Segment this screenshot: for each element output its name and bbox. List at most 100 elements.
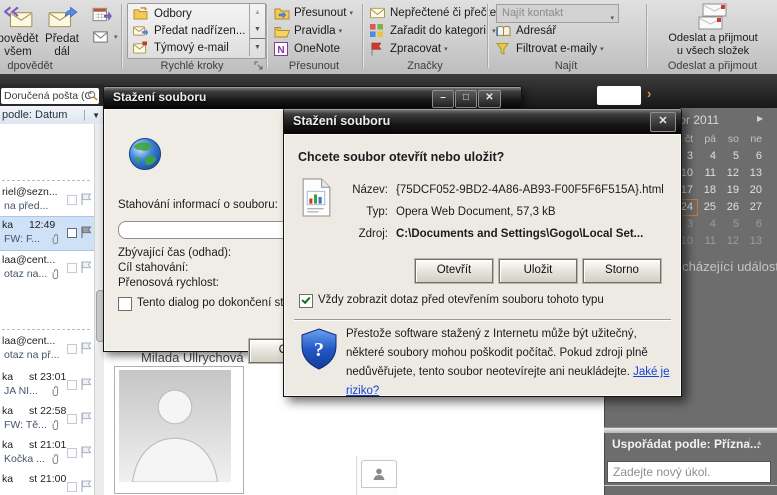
close-button[interactable]: ✕ [650, 112, 676, 132]
more-quick-steps-icon[interactable]: ▼ [250, 38, 265, 56]
mail-sort-bar[interactable]: podle: Datum | ▼ [0, 106, 104, 125]
close-when-done-checkbox[interactable] [118, 297, 132, 311]
scroll-down-icon[interactable]: ▼ [250, 21, 265, 38]
calendar-date[interactable]: 20 [744, 182, 767, 199]
mail-search-box[interactable]: Doručená pošta (C [1, 88, 99, 104]
categorize-button[interactable]: Zařadit do kategorií▾ [370, 22, 496, 40]
calendar-date[interactable]: 18 [698, 182, 721, 199]
follow-up-button[interactable]: Zpracovat▾ [370, 40, 448, 58]
calendar-date[interactable]: 11 [698, 233, 721, 250]
calendar-date[interactable]: 19 [721, 182, 744, 199]
category-box[interactable] [67, 344, 77, 354]
flag-icon[interactable] [79, 411, 93, 425]
quick-step-tymovy-email[interactable]: Týmový e-mail [128, 39, 246, 57]
task-divider-line [604, 485, 777, 486]
calendar-date[interactable]: 4 [698, 216, 721, 233]
flag-icon[interactable] [79, 377, 93, 391]
more-respond-icon[interactable] [93, 31, 108, 43]
save-button[interactable]: Uložit [499, 259, 577, 283]
calendar-date[interactable]: 5 [721, 216, 744, 233]
send-receive-icon [696, 3, 730, 31]
always-ask-checkbox[interactable] [299, 294, 313, 308]
find-contact-value: Najít kontakt [502, 7, 563, 19]
mail-list-item[interactable]: ka12:49FW: F... [0, 216, 94, 251]
forward-manager-icon [133, 24, 148, 37]
quick-step-odbory[interactable]: Odbory [128, 5, 246, 23]
onenote-label: OneNote [294, 43, 340, 55]
category-box[interactable] [67, 448, 77, 458]
tab-person[interactable] [361, 460, 397, 488]
scroll-up-icon[interactable]: ▲ [250, 4, 265, 21]
calendar-date[interactable]: 12 [721, 233, 744, 250]
calendar-date[interactable]: 12 [721, 165, 744, 182]
move-button[interactable]: Přesunout▾ [274, 4, 353, 22]
quick-step-label: Předat nadřízen... [154, 22, 245, 40]
mail-list-item[interactable]: riel@sezn...na před... [0, 184, 94, 217]
calendar-date[interactable]: 13 [744, 233, 767, 250]
category-box[interactable] [67, 414, 77, 424]
mail-list-item[interactable]: kast 23:01JA NI... [0, 369, 94, 402]
mail-list-item[interactable]: kast 22:58FW: Tě... [0, 403, 94, 436]
meeting-reply-icon[interactable] [92, 6, 112, 23]
calendar-date[interactable]: 6 [744, 148, 767, 165]
flag-icon[interactable] [79, 445, 93, 459]
flag-icon[interactable] [79, 225, 93, 239]
cancel-button[interactable]: Storno [583, 259, 661, 283]
mail-list-item[interactable]: laa@cent...otaz na... [0, 252, 94, 285]
find-contact-input[interactable]: Najít kontakt ▾ [496, 4, 619, 23]
task-sort-header[interactable]: Uspořádat podle: Přízna... [612, 437, 760, 451]
quick-step-predat-nadrizenemu[interactable]: Předat nadřízen... [128, 22, 246, 40]
transfer-rate-label: Přenosová rychlost: [118, 277, 219, 289]
search-icon [87, 90, 98, 101]
todo-splitter[interactable] [604, 427, 777, 433]
flag-icon[interactable] [79, 192, 93, 206]
dialog-titlebar[interactable]: Stažení souboru – □ ✕ [104, 87, 521, 109]
calendar-next-icon[interactable]: ▶ [757, 114, 763, 123]
flag-icon[interactable] [79, 260, 93, 274]
calendar-date[interactable]: 5 [721, 148, 744, 165]
forward-label-line1: Předat [38, 33, 86, 45]
search-box-remnant[interactable] [597, 86, 641, 105]
open-button[interactable]: Otevřít [415, 259, 493, 283]
mail-list-item[interactable]: laa@cent...otaz na př... [0, 333, 94, 366]
category-box[interactable] [67, 482, 77, 492]
quick-steps-dialog-launcher[interactable] [254, 61, 264, 71]
category-box[interactable] [67, 263, 77, 273]
calendar-date[interactable]: 27 [744, 199, 767, 216]
task-sort-direction-icon[interactable]: ▴ [757, 437, 762, 448]
minimize-button[interactable]: – [432, 90, 454, 108]
category-box[interactable] [67, 380, 77, 390]
calendar-date[interactable]: 4 [698, 148, 721, 165]
filter-email-button[interactable]: Filtrovat e-maily▾ [496, 40, 604, 58]
flag-icon[interactable] [79, 341, 93, 355]
group-separator [646, 4, 648, 68]
quick-steps-box: Odbory Předat nadřízen... Týmový e-mail … [127, 3, 266, 59]
calendar-date[interactable]: 11 [698, 165, 721, 182]
contact-name: Milada Ullrychová [141, 350, 244, 365]
calendar-date[interactable]: 26 [721, 199, 744, 216]
contact-photo [114, 366, 244, 494]
maximize-button[interactable]: □ [455, 90, 477, 108]
source-value: C:\Documents and Settings\Gogo\Local Set… [396, 228, 643, 240]
sort-direction-icon[interactable]: ▼ [92, 107, 100, 125]
category-box[interactable] [67, 195, 77, 205]
dialog-titlebar[interactable]: Stažení souboru ✕ [284, 109, 681, 134]
calendar-date[interactable]: 13 [744, 165, 767, 182]
send-receive-all-button[interactable]: Odeslat a přijmout u všech složek [652, 1, 774, 58]
address-book-button[interactable]: Adresář [496, 22, 556, 40]
calendar-day-header: pá [698, 131, 721, 148]
rules-button[interactable]: Pravidla▾ [274, 22, 342, 40]
flag-icon[interactable] [79, 479, 93, 493]
mail-sender: ka [2, 219, 13, 231]
calendar-date[interactable]: 25 [698, 199, 721, 216]
mail-subject: JA NI... [4, 385, 38, 397]
more-respond-dropdown[interactable]: ▾ [114, 33, 118, 41]
calendar-date[interactable]: 6 [744, 216, 767, 233]
new-task-input[interactable]: Zadejte nový úkol. [607, 461, 771, 483]
close-button[interactable]: ✕ [478, 90, 501, 108]
download-target-label: Cíl stahování: [118, 262, 188, 274]
mail-list-item[interactable]: kast 21:00 [0, 471, 94, 495]
category-box[interactable] [67, 228, 77, 238]
mail-list-item[interactable]: kast 21:01Kočka ... [0, 437, 94, 470]
onenote-button[interactable]: OneNote [274, 40, 340, 58]
